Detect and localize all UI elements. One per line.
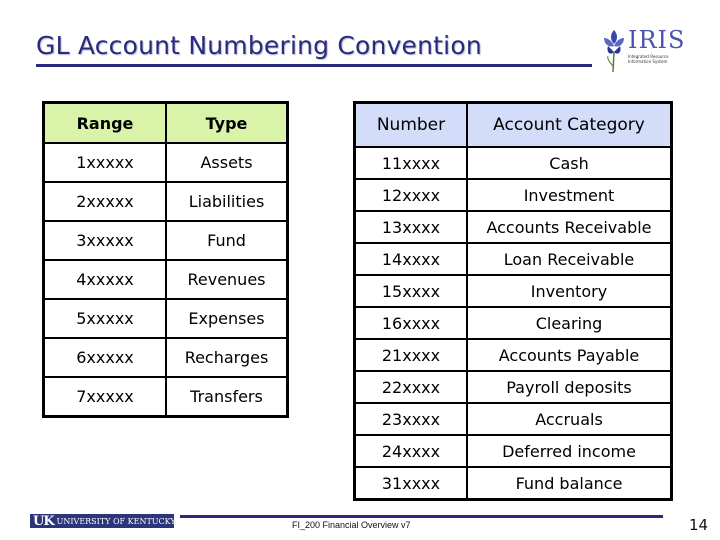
category-cell: Deferred income (466, 434, 673, 468)
number-cell: 15xxxx (353, 274, 468, 308)
uk-logo-text: UNIVERSITY OF KENTUCKY (56, 516, 174, 526)
table-row: 21xxxx Accounts Payable (353, 338, 673, 372)
table-row: 6xxxxx Recharges (42, 337, 289, 378)
table-row: 23xxxx Accruals (353, 402, 673, 436)
account-type-table: Range Type 1xxxxx Assets 2xxxxx Liabilitie… (42, 101, 289, 418)
type-cell: Transfers (165, 376, 289, 418)
column-header-type: Type (165, 101, 289, 144)
type-cell: Expenses (165, 298, 289, 339)
table-row: 5xxxxx Expenses (42, 298, 289, 339)
table-row: 13xxxx Accounts Receivable (353, 210, 673, 244)
type-cell: Assets (165, 142, 289, 183)
range-cell: 7xxxxx (42, 376, 167, 418)
category-cell: Accounts Receivable (466, 210, 673, 244)
number-cell: 14xxxx (353, 242, 468, 276)
number-cell: 24xxxx (353, 434, 468, 468)
number-cell: 13xxxx (353, 210, 468, 244)
table-row: 2xxxxx Liabilities (42, 181, 289, 222)
number-cell: 22xxxx (353, 370, 468, 404)
range-cell: 5xxxxx (42, 298, 167, 339)
type-cell: Recharges (165, 337, 289, 378)
table-row: 22xxxx Payroll deposits (353, 370, 673, 404)
table-row: 4xxxxx Revenues (42, 259, 289, 300)
category-cell: Clearing (466, 306, 673, 340)
footer-rule (180, 515, 663, 518)
uk-logo-mark: UK (33, 514, 55, 528)
column-header-range: Range (42, 101, 167, 144)
number-cell: 23xxxx (353, 402, 468, 436)
iris-logo-subtitle: Integrated Resource Information System (628, 54, 669, 64)
range-cell: 3xxxxx (42, 220, 167, 261)
type-cell: Revenues (165, 259, 289, 300)
table-row: 11xxxx Cash (353, 146, 673, 180)
slide-title: GL Account Numbering Convention (36, 31, 482, 60)
range-cell: 1xxxxx (42, 142, 167, 183)
table-row: 14xxxx Loan Receivable (353, 242, 673, 276)
range-cell: 2xxxxx (42, 181, 167, 222)
number-cell: 21xxxx (353, 338, 468, 372)
category-cell: Loan Receivable (466, 242, 673, 276)
page-number: 14 (689, 516, 709, 534)
table-row: 15xxxx Inventory (353, 274, 673, 308)
number-cell: 31xxxx (353, 466, 468, 501)
category-cell: Fund balance (466, 466, 673, 501)
title-underline (36, 64, 592, 67)
table-row: 12xxxx Investment (353, 178, 673, 212)
table-row: 1xxxxx Assets (42, 142, 289, 183)
table-row: 16xxxx Clearing (353, 306, 673, 340)
footer-caption: FI_200 Financial Overview v7 (292, 520, 411, 530)
number-cell: 12xxxx (353, 178, 468, 212)
category-cell: Cash (466, 146, 673, 180)
type-cell: Liabilities (165, 181, 289, 222)
table-row: 31xxxx Fund balance (353, 466, 673, 501)
table-row: 24xxxx Deferred income (353, 434, 673, 468)
iris-logo: IRIS Integrated Resource Information Sys… (600, 26, 684, 76)
column-header-account-category: Account Category (466, 101, 673, 148)
iris-flower-icon (604, 30, 624, 73)
number-cell: 16xxxx (353, 306, 468, 340)
column-header-number: Number (353, 101, 468, 148)
table-row: 7xxxxx Transfers (42, 376, 289, 418)
table-header-row: Number Account Category (353, 101, 673, 148)
table-header-row: Range Type (42, 101, 289, 144)
range-cell: 6xxxxx (42, 337, 167, 378)
number-cell: 11xxxx (353, 146, 468, 180)
type-cell: Fund (165, 220, 289, 261)
category-cell: Accounts Payable (466, 338, 673, 372)
account-category-table: Number Account Category 11xxxx Cash 12xxx… (353, 101, 673, 501)
university-of-kentucky-logo: UK UNIVERSITY OF KENTUCKY (30, 514, 174, 528)
category-cell: Inventory (466, 274, 673, 308)
category-cell: Investment (466, 178, 673, 212)
table-row: 3xxxxx Fund (42, 220, 289, 261)
range-cell: 4xxxxx (42, 259, 167, 300)
category-cell: Accruals (466, 402, 673, 436)
iris-logo-text: IRIS (628, 26, 686, 54)
category-cell: Payroll deposits (466, 370, 673, 404)
